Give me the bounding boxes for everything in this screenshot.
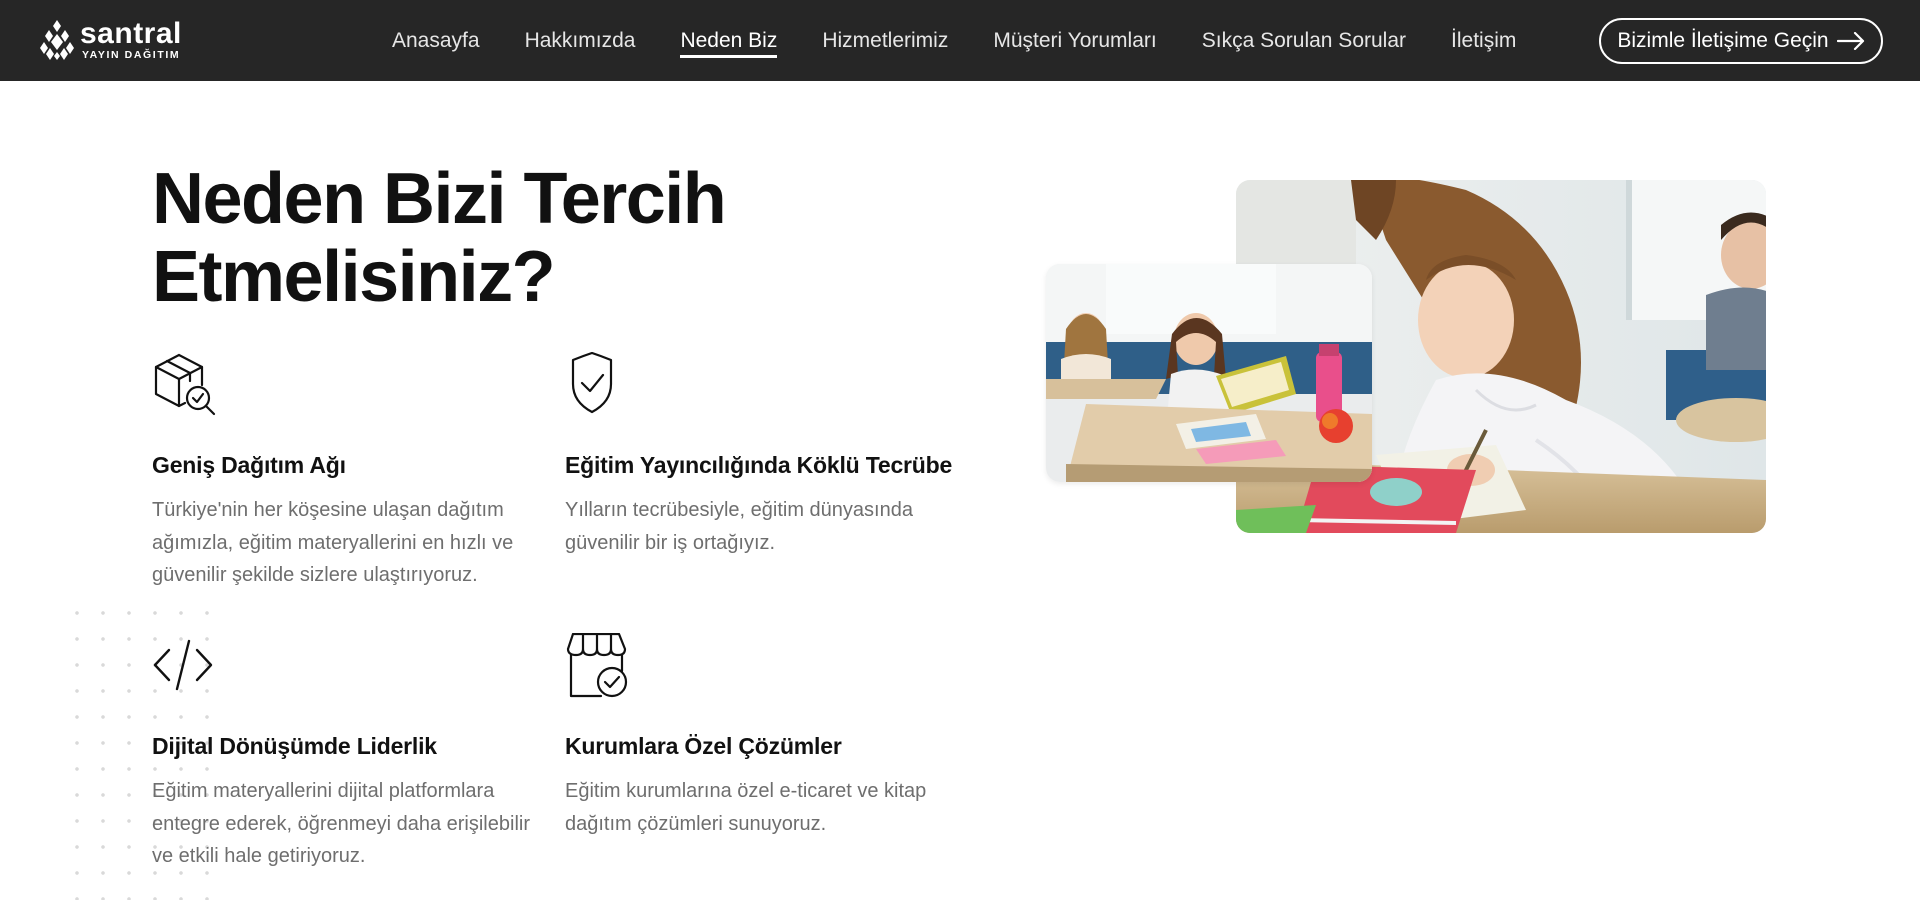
page-title-line1: Neden Bizi Tercih [152,159,727,239]
feature-card: Eğitim Yayıncılığında Köklü Tecrübe Yıll… [565,352,955,554]
classroom-photo-small [1046,264,1372,482]
brand-logo[interactable]: santral YAYIN DAĞITIM [38,18,182,62]
feature-title: Eğitim Yayıncılığında Köklü Tecrübe [565,452,953,478]
feature-card: Kurumlara Özel Çözümler Eğitim kurumları… [565,633,955,835]
brand-name: santral [80,17,182,51]
nav-item-musteri-yorumlari[interactable]: Müşteri Yorumları [993,0,1156,81]
feature-title: Dijital Dönüşümde Liderlik [152,733,437,759]
feature-description: Eğitim materyallerini dijital platformla… [152,780,530,867]
feature-description: Yılların tecrübesiyle, eğitim dünyasında… [565,499,913,554]
code-icon [153,639,213,691]
feature-card: Dijital Dönüşümde Liderlik Eğitim matery… [152,633,542,867]
brand-subtitle: YAYIN DAĞITIM [82,49,181,62]
shield-check-icon [571,352,613,414]
nav-item-sss[interactable]: Sıkça Sorulan Sorular [1202,0,1406,81]
nav-item-hakkimizda[interactable]: Hakkımızda [525,0,636,81]
page-title-line2: Etmelisiniz? [152,237,556,317]
contact-cta-button[interactable]: Bizimle İletişime Geçin [1599,18,1883,64]
feature-card: Geniş Dağıtım Ağı Türkiye'nin her köşesi… [152,352,542,586]
top-navbar: santral YAYIN DAĞITIM Anasayfa Hakkımızd… [0,0,1920,81]
package-search-icon [154,353,216,416]
nav-item-hizmetlerimiz[interactable]: Hizmetlerimiz [822,0,948,81]
nav-item-iletisim[interactable]: İletişim [1451,0,1516,81]
feature-description: Eğitim kurumlarına özel e-ticaret ve kit… [565,780,927,835]
feature-description: Türkiye'nin her köşesine ulaşan dağıtım … [152,499,514,586]
main-nav: Anasayfa Hakkımızda Neden Biz Hizmetleri… [392,0,1561,81]
feature-title: Geniş Dağıtım Ağı [152,452,346,478]
nav-item-neden-biz[interactable]: Neden Biz [680,0,777,81]
contact-cta-label: Bizimle İletişime Geçin [1617,29,1829,52]
nav-item-anasayfa[interactable]: Anasayfa [392,0,480,81]
store-check-icon [566,633,628,698]
arrow-right-icon [1836,32,1864,50]
feature-title: Kurumlara Özel Çözümler [565,733,842,759]
logo-mark-icon [40,20,74,60]
page-title: Neden Bizi Tercih Etmelisiniz? [152,160,872,316]
